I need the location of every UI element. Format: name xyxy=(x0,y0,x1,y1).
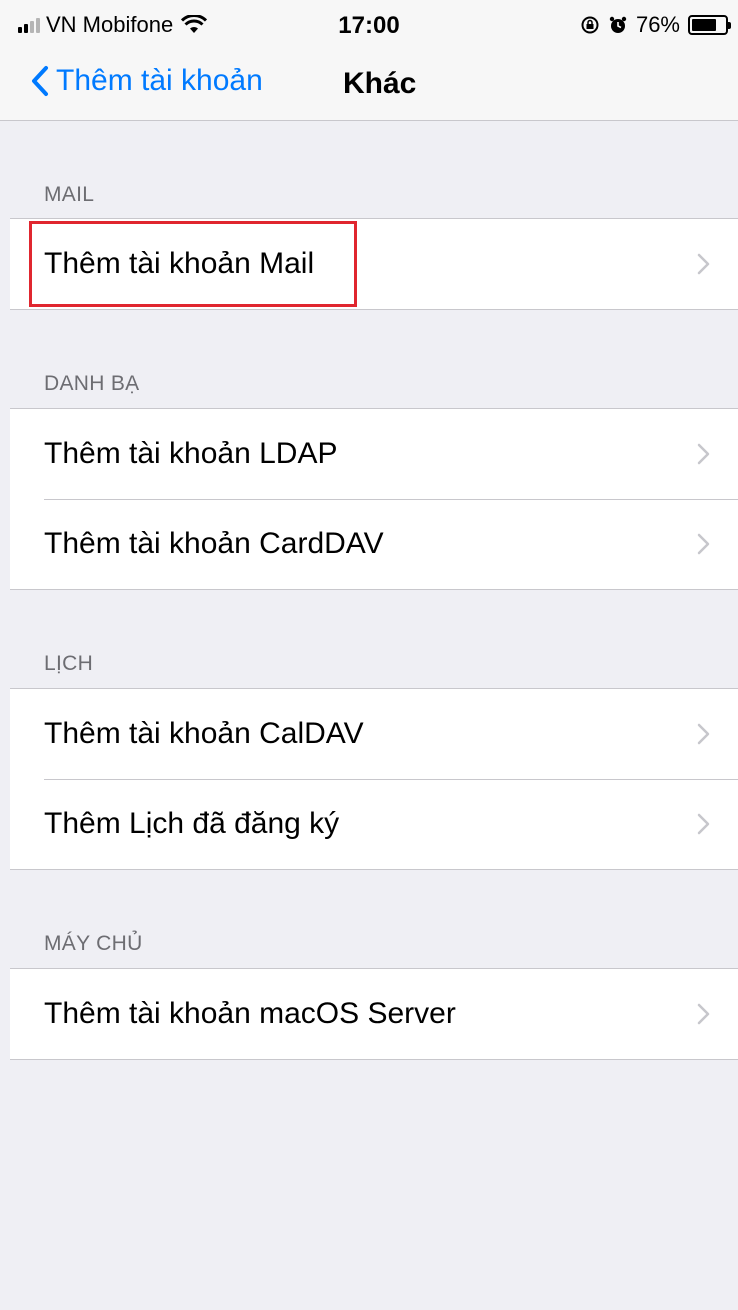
chevron-right-icon xyxy=(697,533,710,555)
cell-label: Thêm tài khoản CalDAV xyxy=(44,717,364,750)
section-calendar: Thêm tài khoản CalDAV Thêm Lịch đã đăng … xyxy=(10,688,738,870)
battery-icon xyxy=(688,15,731,35)
chevron-right-icon xyxy=(697,723,710,745)
add-macos-server-account-cell[interactable]: Thêm tài khoản macOS Server xyxy=(10,969,738,1059)
section-header-mail: MAIL xyxy=(44,183,95,206)
chevron-left-icon xyxy=(32,66,48,96)
chevron-right-icon xyxy=(697,813,710,835)
section-server: Thêm tài khoản macOS Server xyxy=(10,968,738,1060)
section-header-contacts: DANH BẠ xyxy=(44,372,140,395)
add-caldav-account-cell[interactable]: Thêm tài khoản CalDAV xyxy=(10,689,738,779)
alarm-icon xyxy=(609,16,627,33)
add-mail-account-cell[interactable]: Thêm tài khoản Mail xyxy=(10,219,738,309)
status-right: 76% xyxy=(580,12,731,38)
cell-label: Thêm tài khoản LDAP xyxy=(44,437,338,470)
section-header-server: MÁY CHỦ xyxy=(44,932,143,955)
cell-label: Thêm Lịch đã đăng ký xyxy=(44,807,340,840)
back-button-label: Thêm tài khoản xyxy=(56,64,263,97)
status-bar: VN Mobifone 17:00 76% xyxy=(0,0,738,52)
chevron-right-icon xyxy=(697,1003,710,1025)
section-contacts: Thêm tài khoản LDAP Thêm tài khoản CardD… xyxy=(10,408,738,590)
add-carddav-account-cell[interactable]: Thêm tài khoản CardDAV xyxy=(10,499,738,589)
cell-label: Thêm tài khoản Mail xyxy=(44,247,315,280)
page-title: Khác xyxy=(343,67,417,100)
cell-label: Thêm tài khoản CardDAV xyxy=(44,527,384,560)
add-subscribed-calendar-cell[interactable]: Thêm Lịch đã đăng ký xyxy=(10,779,738,869)
chevron-right-icon xyxy=(697,253,710,275)
section-header-calendar: LỊCH xyxy=(44,652,94,675)
rotation-lock-icon xyxy=(581,16,599,34)
battery-fill xyxy=(692,19,717,31)
cell-label: Thêm tài khoản macOS Server xyxy=(44,997,456,1030)
section-mail: Thêm tài khoản Mail xyxy=(10,218,738,310)
navigation-bar: Thêm tài khoản Khác xyxy=(0,52,738,121)
back-button[interactable]: Thêm tài khoản xyxy=(30,64,263,98)
chevron-right-icon xyxy=(697,443,710,465)
add-ldap-account-cell[interactable]: Thêm tài khoản LDAP xyxy=(10,409,738,499)
battery-percent: 76% xyxy=(635,12,680,37)
